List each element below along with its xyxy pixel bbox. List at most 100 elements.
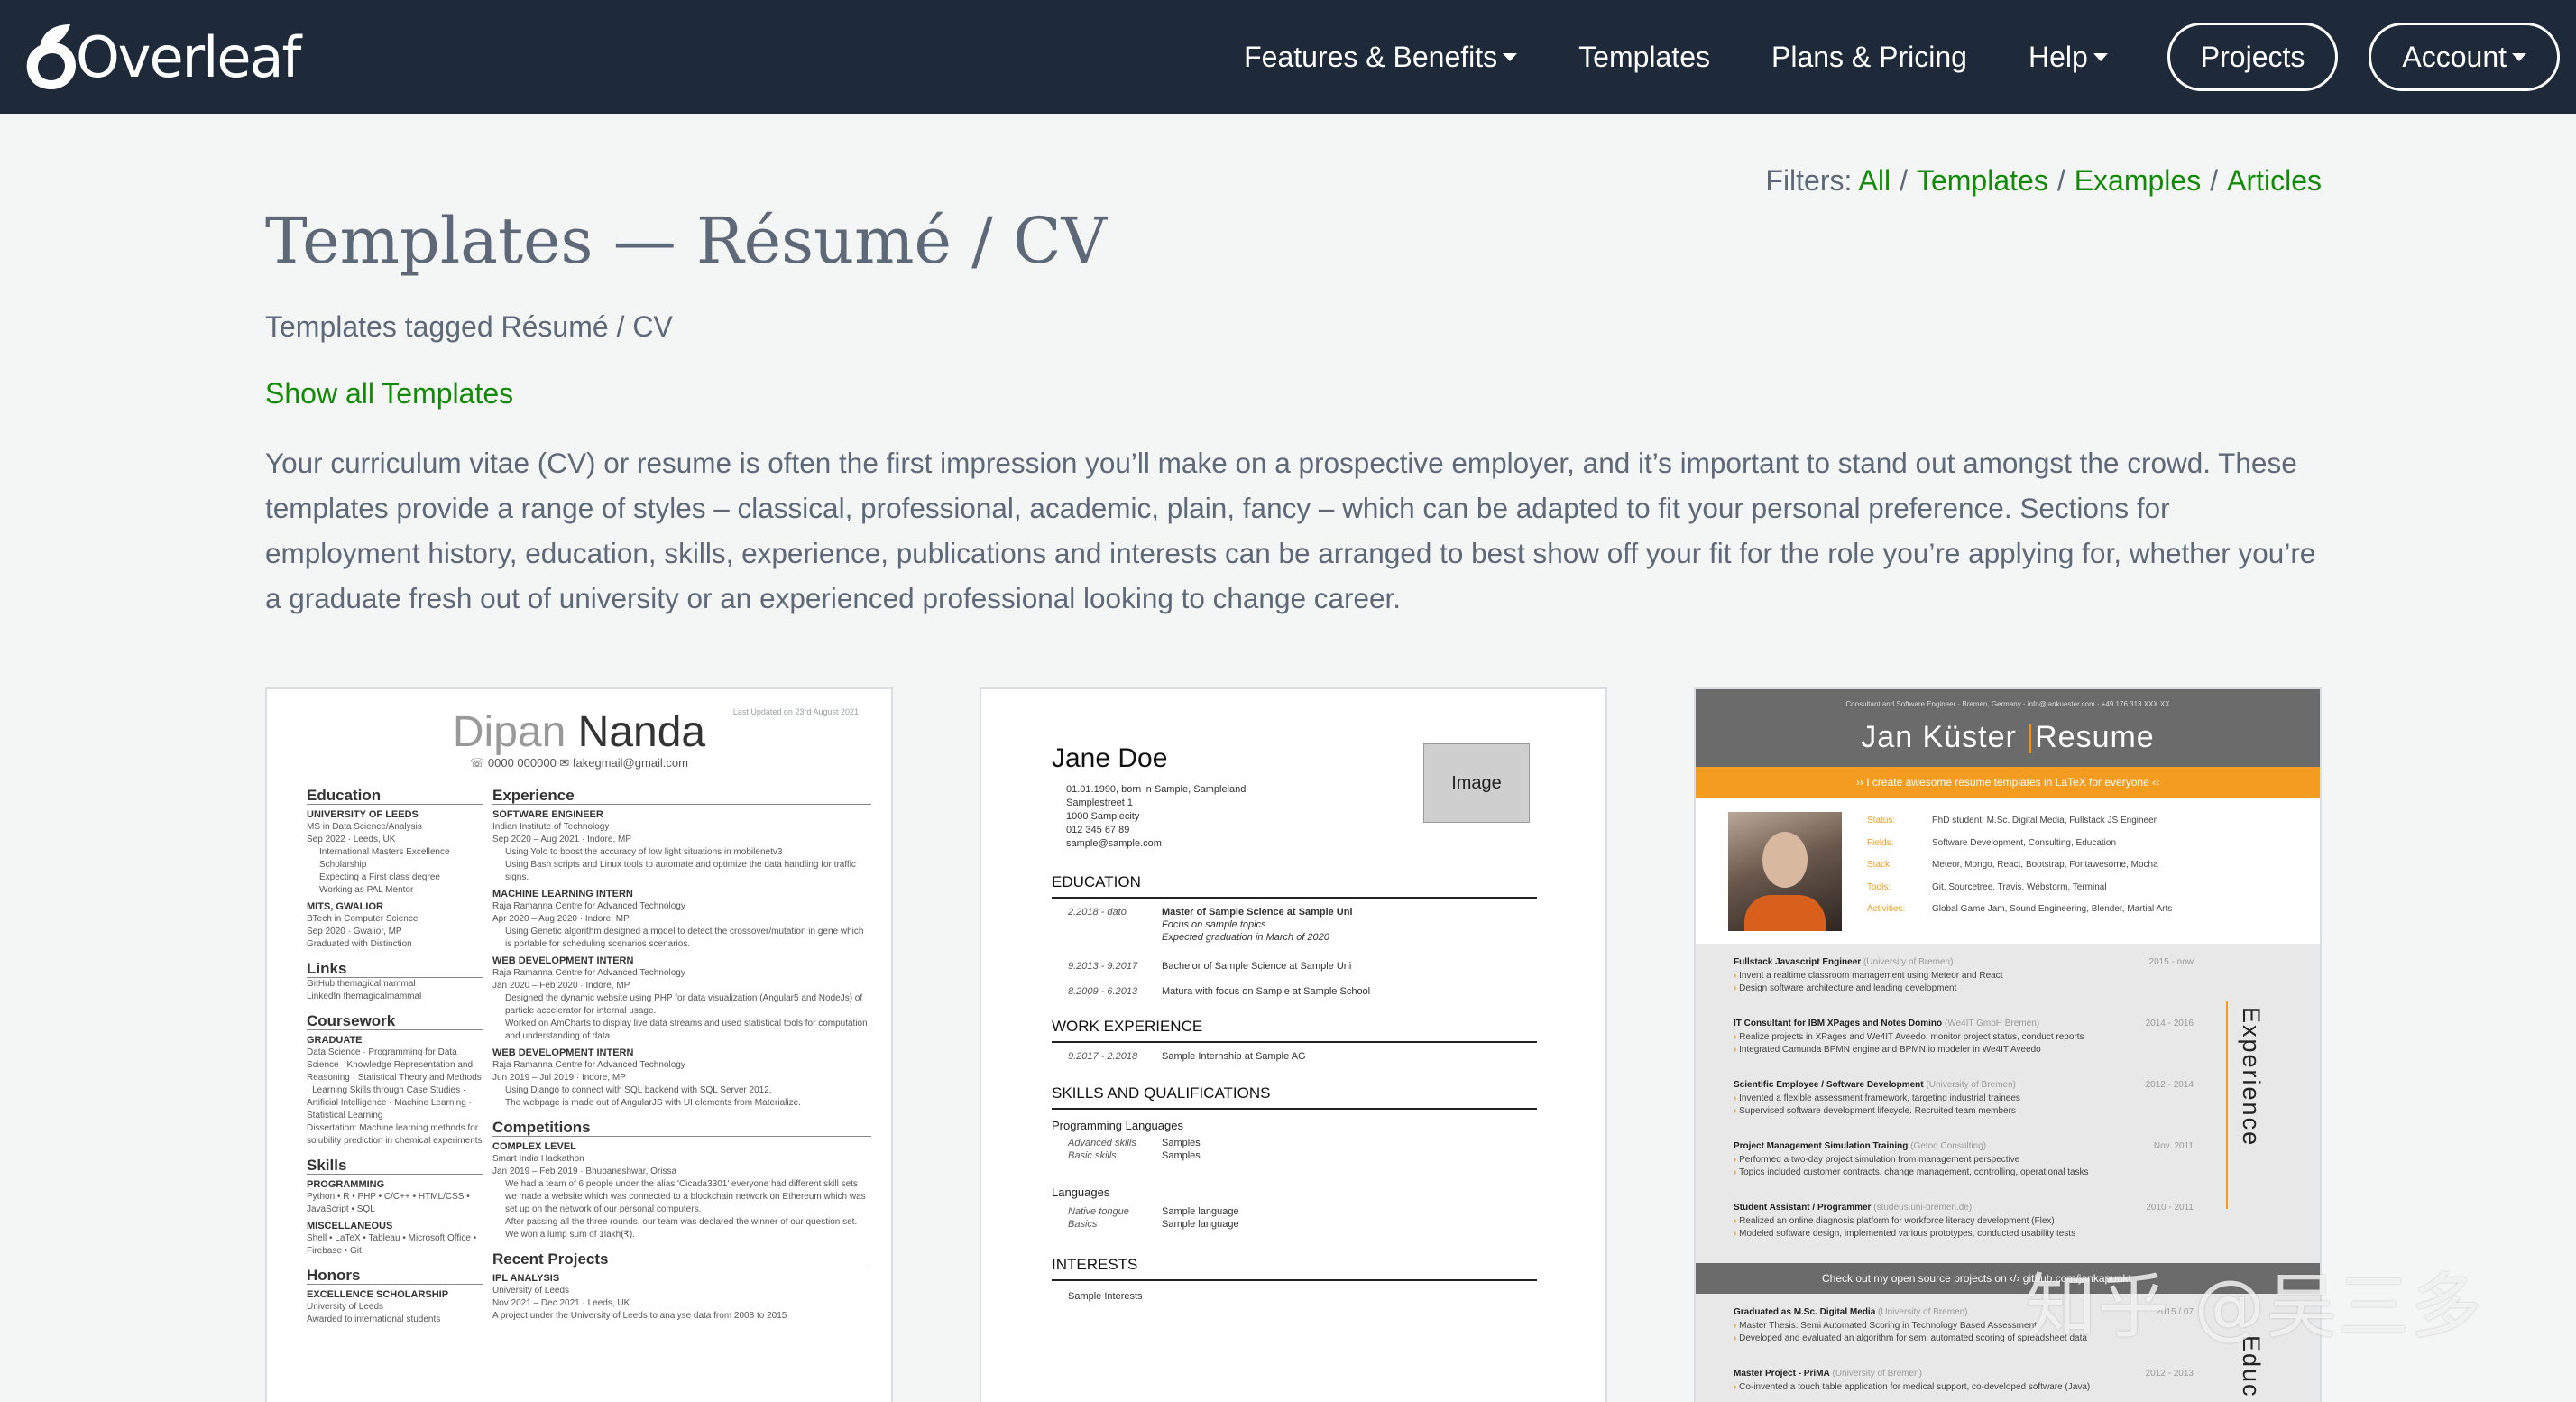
filter-examples[interactable]: Examples (2075, 164, 2202, 197)
card1-text: A project under the University of Leeds … (492, 1311, 787, 1321)
filter-separator: / (1900, 164, 1908, 197)
card1-text: MS in Data Science/Analysis (307, 822, 422, 832)
card1-text: Awarded to international students (307, 1314, 441, 1324)
card2-row: Basic skills Samples (1068, 1149, 1537, 1162)
card1-text: Complex Level (492, 1141, 576, 1152)
filter-templates[interactable]: Templates (1917, 164, 2048, 197)
card3-entry-date: 2014 - 2016 (2145, 1019, 2194, 1028)
card2-date: 9.2017 - 2.2018 (1068, 1051, 1138, 1062)
card2-section-heading: WORK EXPERIENCE (1052, 1018, 1537, 1043)
card2-interests: Sample Interests (1068, 1291, 1143, 1302)
card1-links-heading: Links (307, 960, 347, 977)
show-all-templates-link[interactable]: Show all Templates (265, 377, 513, 410)
card1-text: Nov 2021 – Dec 2021 · Leeds, UK (492, 1298, 630, 1308)
card1-projects-heading: Recent Projects (492, 1250, 609, 1268)
template-card-jane-doe[interactable]: Jane Doe Image 01.01.1990, born in Sampl… (980, 687, 1607, 1402)
card3-fact: Stack: Meteor, Mongo, React, Bootstrap, F… (1867, 854, 2172, 877)
card3-entry-title: Project Management Simulation Training (1734, 1141, 1909, 1151)
card3-bullet: Invent a realtime classroom management u… (1734, 970, 2194, 983)
filters-bar: Filters: All / Templates / Examples / Articles (1765, 164, 2322, 198)
card1-text: University of Leeds (307, 1302, 384, 1312)
brand-name: Overleaf (76, 23, 301, 90)
overleaf-logo[interactable]: Overleaf (22, 16, 301, 97)
card2-what: Matura with focus on Sample at Sample Sc… (1162, 986, 1371, 997)
card1-text: Software Engineer (492, 809, 603, 820)
caret-down-icon (2093, 52, 2108, 61)
card2-what: Samples (1162, 1150, 1201, 1161)
card3-entry-title: Graduated as M.Sc. Digital Media (1734, 1307, 1876, 1317)
card1-bullet: International Masters Excellence Scholar… (319, 847, 450, 870)
card1-text: Sep 2022 · Leeds, UK (307, 835, 396, 844)
card1-text: Jun 2019 – Jul 2019 · Indore, MP (492, 1073, 626, 1083)
page-description: Your curriculum vitae (CV) or resume is … (265, 447, 2316, 614)
card3-divider: | (2026, 720, 2036, 754)
card1-text: GitHub themagicalmammal (307, 979, 416, 989)
card1-text: Raja Ramanna Centre for Advanced Technol… (492, 1060, 685, 1070)
card1-text: Jan 2020 – Feb 2020 · Indore, MP (492, 981, 630, 991)
card2-date: Native tongue (1068, 1206, 1129, 1217)
card1-text: Web Development Intern (492, 955, 634, 966)
card1-competitions-heading: Competitions (492, 1119, 591, 1136)
card1-text: University of Leeds (307, 809, 419, 820)
card3-entry-org: (University of Bremen) (1863, 957, 1954, 967)
card2-row: Basics Sample language (1068, 1218, 1537, 1231)
caret-down-icon (2512, 52, 2526, 61)
card2-date: Advanced skills (1068, 1138, 1136, 1148)
account-button[interactable]: Account (2369, 23, 2560, 91)
card3-exp-entry: Scientific Employee / Software Developme… (1734, 1079, 2194, 1119)
card2-subheading: Programming Languages (1052, 1119, 1183, 1132)
card1-experience-heading: Experience (492, 787, 575, 804)
card2-what: Sample Internship at Sample AG (1162, 1051, 1306, 1062)
card1-honors-heading: Honors (307, 1267, 361, 1284)
card2-info-line: sample@sample.com (1066, 838, 1162, 849)
card3-fact-key: Status: (1867, 816, 1896, 826)
card1-text: LinkedIn themagicalmammal (307, 992, 422, 1001)
card3-bullet: Performed a two-day project simulation f… (1734, 1154, 2194, 1167)
card3-name: Jan Küster |Resume (1696, 720, 2320, 755)
nav-plans-label: Plans & Pricing (1771, 40, 1967, 73)
card1-coursework-heading: Coursework (307, 1012, 396, 1029)
zhihu-watermark: 知乎 @吴三多 (2026, 1267, 2483, 1348)
card1-text: Indian Institute of Technology (492, 822, 610, 832)
card3-facts: Status: PhD student, M.Sc. Digital Media,… (1867, 810, 2172, 921)
card1-section-heading: Recent Projects (492, 1250, 871, 1268)
card1-text: Excellence Scholarship (307, 1289, 449, 1300)
card1-text: Sep 2020 – Aug 2021 · Indore, MP (492, 835, 631, 844)
card3-entry-org: (We4IT GmbH Bremen) (1944, 1019, 2040, 1028)
card3-first-name: Jan Küster (1861, 720, 2017, 754)
card3-entry-date: 2015 - now (2148, 957, 2194, 967)
card2-what-text: Master of Sample Science at Sample Uni (1162, 907, 1353, 918)
nav-templates[interactable]: Templates (1578, 41, 1710, 74)
card2-info: 01.01.1990, born in Sample, Sampleland S… (1066, 783, 1246, 851)
nav-plans-pricing[interactable]: Plans & Pricing (1771, 41, 1967, 74)
card3-bullet: Modeled software design, implemented var… (1734, 1228, 2194, 1241)
card1-bullet: Expecting a First class degree (319, 872, 440, 882)
card1-text: Dissertation: Machine learning methods f… (307, 1123, 483, 1146)
filter-all[interactable]: All (1859, 164, 1891, 197)
card1-bullet: Designed the dynamic website using PHP f… (505, 993, 863, 1016)
card3-fact-key: Activities: (1867, 904, 1906, 914)
card1-contact: ☏ 0000 000000 ✉ fakegmail@gmail.com (470, 756, 688, 770)
card3-entry-org: (University of Bremen) (1926, 1080, 2016, 1090)
card1-text: Miscellaneous (307, 1221, 393, 1231)
filter-articles[interactable]: Articles (2227, 164, 2322, 197)
portrait-jacket (1744, 895, 1826, 931)
card2-section-heading: SKILLS AND QUALIFICATIONS (1052, 1084, 1537, 1110)
nav-features-benefits[interactable]: Features & Benefits (1244, 40, 1518, 74)
card2-section-heading: EDUCATION (1052, 873, 1537, 899)
card1-section-heading: Education (307, 787, 483, 805)
card1-bullet: Worked on AmCharts to display live data … (505, 1019, 868, 1041)
card2-what: Samples (1162, 1138, 1201, 1148)
template-card-dipan-nanda[interactable]: Last Updated on 23rd August 2021 Dipan N… (265, 687, 893, 1402)
card1-bullet: After passing all the three rounds, our … (505, 1217, 858, 1240)
card1-text: Jan 2019 – Feb 2019 · Bhubaneshwar, Oris… (492, 1167, 677, 1176)
card1-section-heading: Links (307, 960, 483, 978)
card1-bullet: Using Django to connect with SQL backend… (505, 1085, 772, 1095)
card2-row: Native tongue Sample language (1068, 1205, 1537, 1218)
card3-entry-title: Master Project - PriMA (1734, 1369, 1830, 1379)
card2-what: Master of Sample Science at Sample Uni Fo… (1162, 906, 1523, 944)
nav-help[interactable]: Help (2029, 41, 2108, 74)
projects-button[interactable]: Projects (2167, 23, 2339, 91)
nav-features-label: Features & Benefits (1244, 40, 1498, 73)
card2-name: Jane Doe (1052, 743, 1168, 773)
